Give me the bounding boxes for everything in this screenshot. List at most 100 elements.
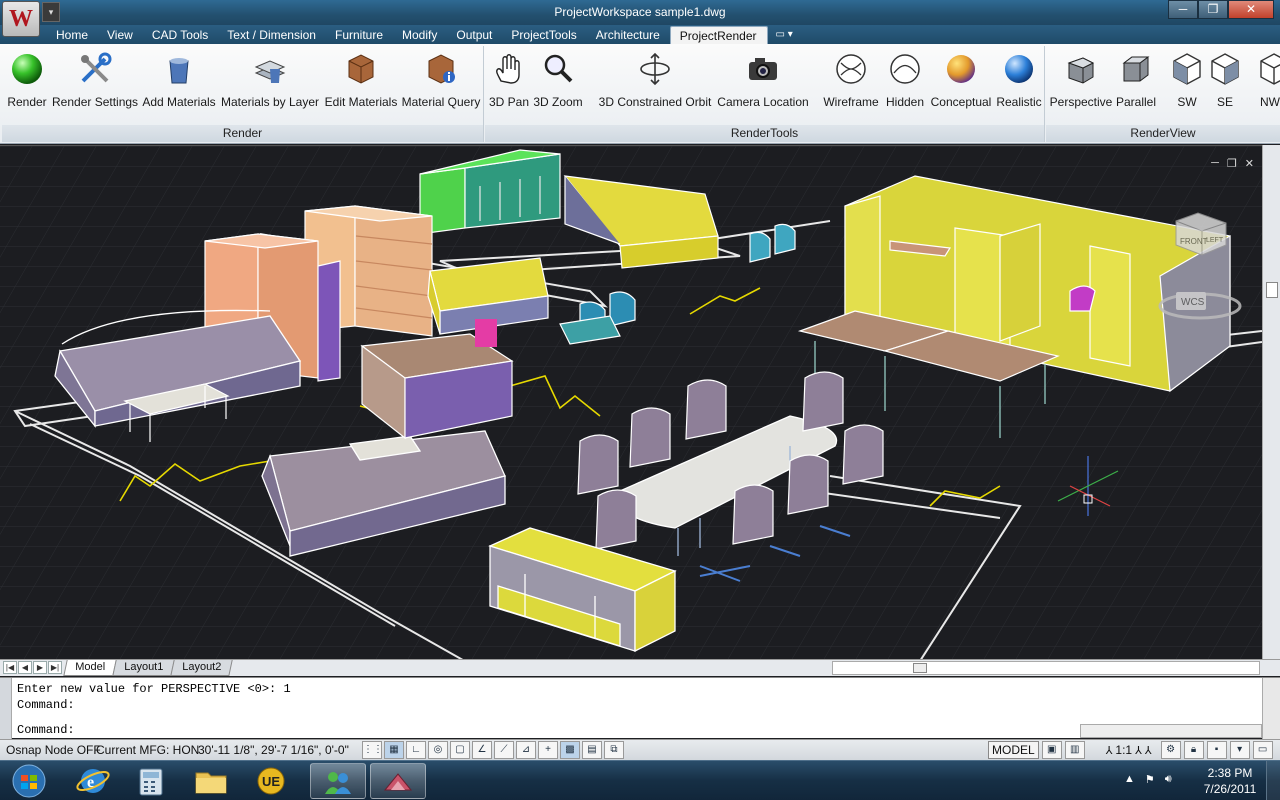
3d-osnap-toggle-icon[interactable]: ∠ [472, 741, 492, 759]
tab-home[interactable]: Home [47, 26, 98, 44]
title-bar: ProjectWorkspace sample1.dwg ─ ❐ ✕ [0, 0, 1280, 25]
ortho-toggle-icon[interactable]: ∟ [406, 741, 426, 759]
perspective-button[interactable]: Perspective [1048, 48, 1114, 110]
snap-toggle-icon[interactable]: ⋮⋮ [362, 741, 383, 759]
next-layout-button[interactable]: ▶ [33, 661, 47, 674]
polar-toggle-icon[interactable]: ◎ [428, 741, 448, 759]
quick-properties-icon[interactable]: ▤ [582, 741, 602, 759]
render-settings-button[interactable]: Render Settings [52, 48, 138, 110]
volume-icon[interactable]: 🔊︎ [1165, 773, 1172, 786]
vertical-scrollbar[interactable] [1262, 145, 1280, 659]
camera-location-button[interactable]: Camera Location [717, 48, 809, 110]
window-title: ProjectWorkspace sample1.dwg [554, 5, 726, 19]
last-layout-button[interactable]: ▶| [48, 661, 62, 674]
nw-view-button[interactable]: NW [1246, 48, 1280, 110]
action-center-flag-icon[interactable]: ⚑ [1145, 773, 1155, 786]
conceptual-button[interactable]: Conceptual [929, 48, 993, 110]
viewport-restore-button[interactable]: ❐ [1227, 157, 1237, 170]
command-line-grip[interactable] [0, 678, 12, 739]
materials-by-layer-button[interactable]: Materials by Layer [220, 48, 320, 110]
tab-furniture[interactable]: Furniture [326, 26, 393, 44]
command-line-vscroll[interactable] [1262, 678, 1280, 739]
hardware-acceleration-icon[interactable]: ▪ [1206, 741, 1227, 759]
first-layout-button[interactable]: |◀ [3, 661, 17, 674]
taskbar-file-explorer[interactable] [184, 763, 238, 799]
annotation-visibility-icon[interactable]: ⅄ [1135, 744, 1142, 757]
se-view-button[interactable]: SE [1206, 48, 1244, 110]
status-menu-icon[interactable]: ▾ [1229, 741, 1250, 759]
horizontal-scrollbar[interactable] [832, 661, 1260, 675]
drawing-viewport[interactable]: FRONT LEFT WCS ─ ❐ ✕ [0, 145, 1262, 659]
taskbar-internet-explorer[interactable]: e [66, 763, 120, 799]
viewport-close-button[interactable]: ✕ [1245, 157, 1254, 170]
system-clock[interactable]: 2:38 PM 7/26/2011 [1195, 765, 1265, 797]
tab-layout1[interactable]: Layout1 [112, 660, 175, 676]
parallel-button[interactable]: Parallel [1114, 48, 1158, 110]
sw-view-button[interactable]: SW [1168, 48, 1206, 110]
horizontal-scroll-thumb[interactable] [913, 663, 927, 673]
taskbar-calculator[interactable] [124, 763, 178, 799]
3d-zoom-button[interactable]: 3D Zoom [532, 48, 584, 110]
render-button[interactable]: Render [4, 48, 50, 110]
tab-projectrender[interactable]: ProjectRender [669, 26, 768, 44]
add-materials-button[interactable]: Add Materials [140, 48, 218, 110]
auto-scale-icon[interactable]: ⅄ [1145, 744, 1152, 757]
quick-view-layouts-icon[interactable]: ▣ [1041, 741, 1062, 759]
ribbon-group-render: Render Render Settings Add Materials Mat… [2, 46, 484, 142]
osnap-toggle-icon[interactable]: ▢ [450, 741, 470, 759]
ribbon-minimize-toggle[interactable]: ▭ ▾ [768, 26, 801, 44]
tab-cad-tools[interactable]: CAD Tools [143, 26, 218, 44]
model-space-button[interactable]: MODEL [988, 741, 1039, 759]
material-query-button[interactable]: Material Query [401, 48, 481, 110]
hidden-button[interactable]: Hidden [882, 48, 928, 110]
3d-pan-button[interactable]: 3D Pan [487, 48, 531, 110]
nw-cube-icon [1260, 53, 1280, 85]
taskbar-cad-application[interactable] [370, 763, 426, 799]
tab-layout2[interactable]: Layout2 [170, 660, 233, 676]
tools-icon [81, 52, 112, 83]
windows-start-button[interactable] [4, 763, 54, 799]
command-prompt-input[interactable]: Command: [17, 723, 75, 737]
selection-cycling-icon[interactable]: ⧉ [604, 741, 624, 759]
tab-architecture[interactable]: Architecture [587, 26, 670, 44]
grid-toggle-icon[interactable]: ▦ [384, 741, 404, 759]
vertical-scroll-thumb[interactable] [1266, 282, 1278, 298]
taskbar-messenger[interactable] [310, 763, 366, 799]
quick-access-dropdown[interactable]: ▾ [42, 2, 60, 22]
workspace-gear-icon[interactable]: ⚙ [1160, 741, 1181, 759]
3d-constrained-orbit-button[interactable]: 3D Constrained Orbit [595, 48, 715, 110]
minimize-button[interactable]: ─ [1168, 0, 1198, 19]
show-desktop-button[interactable] [1266, 761, 1280, 800]
prev-layout-button[interactable]: ◀ [18, 661, 32, 674]
quick-view-drawings-icon[interactable]: ▥ [1064, 741, 1085, 759]
annotation-scale-icon[interactable]: ⅄ [1106, 744, 1113, 757]
tab-output[interactable]: Output [447, 26, 502, 44]
command-line-hscroll[interactable] [1080, 724, 1262, 738]
viewport-minimize-button[interactable]: ─ [1211, 157, 1219, 170]
lock-icon[interactable]: 🔒︎ [1183, 741, 1204, 759]
tab-projecttools[interactable]: ProjectTools [502, 26, 586, 44]
ducs-toggle-icon[interactable]: ⊿ [516, 741, 536, 759]
clock-date: 7/26/2011 [1203, 782, 1257, 796]
realistic-button[interactable]: Realistic [994, 48, 1044, 110]
clean-screen-icon[interactable]: ▭ [1252, 741, 1273, 759]
dyn-toggle-icon[interactable]: + [538, 741, 558, 759]
status-bar: Osnap Node OFF Current MFG: HON 30'-11 1… [0, 739, 1280, 760]
taskbar-ultraedit[interactable]: UE [244, 763, 298, 799]
perspective-cube-icon [1067, 57, 1095, 84]
tab-model[interactable]: Model [63, 660, 117, 676]
edit-materials-button[interactable]: Edit Materials [322, 48, 400, 110]
show-hidden-icons-icon[interactable]: ▲ [1124, 773, 1135, 786]
internet-explorer-icon: e [76, 769, 110, 793]
orbit-icon [640, 52, 670, 86]
close-button[interactable]: ✕ [1228, 0, 1274, 19]
wireframe-button[interactable]: Wireframe [822, 48, 880, 110]
lineweight-toggle-icon[interactable]: ▩ [560, 741, 580, 759]
tab-view[interactable]: View [98, 26, 143, 44]
application-menu-button[interactable]: W [2, 1, 40, 37]
annotation-scale-value[interactable]: 1:1 [1115, 743, 1132, 757]
tab-text-dimension[interactable]: Text / Dimension [218, 26, 326, 44]
tab-modify[interactable]: Modify [393, 26, 447, 44]
maximize-button[interactable]: ❐ [1198, 0, 1228, 19]
otrack-toggle-icon[interactable]: ⟋ [494, 741, 514, 759]
